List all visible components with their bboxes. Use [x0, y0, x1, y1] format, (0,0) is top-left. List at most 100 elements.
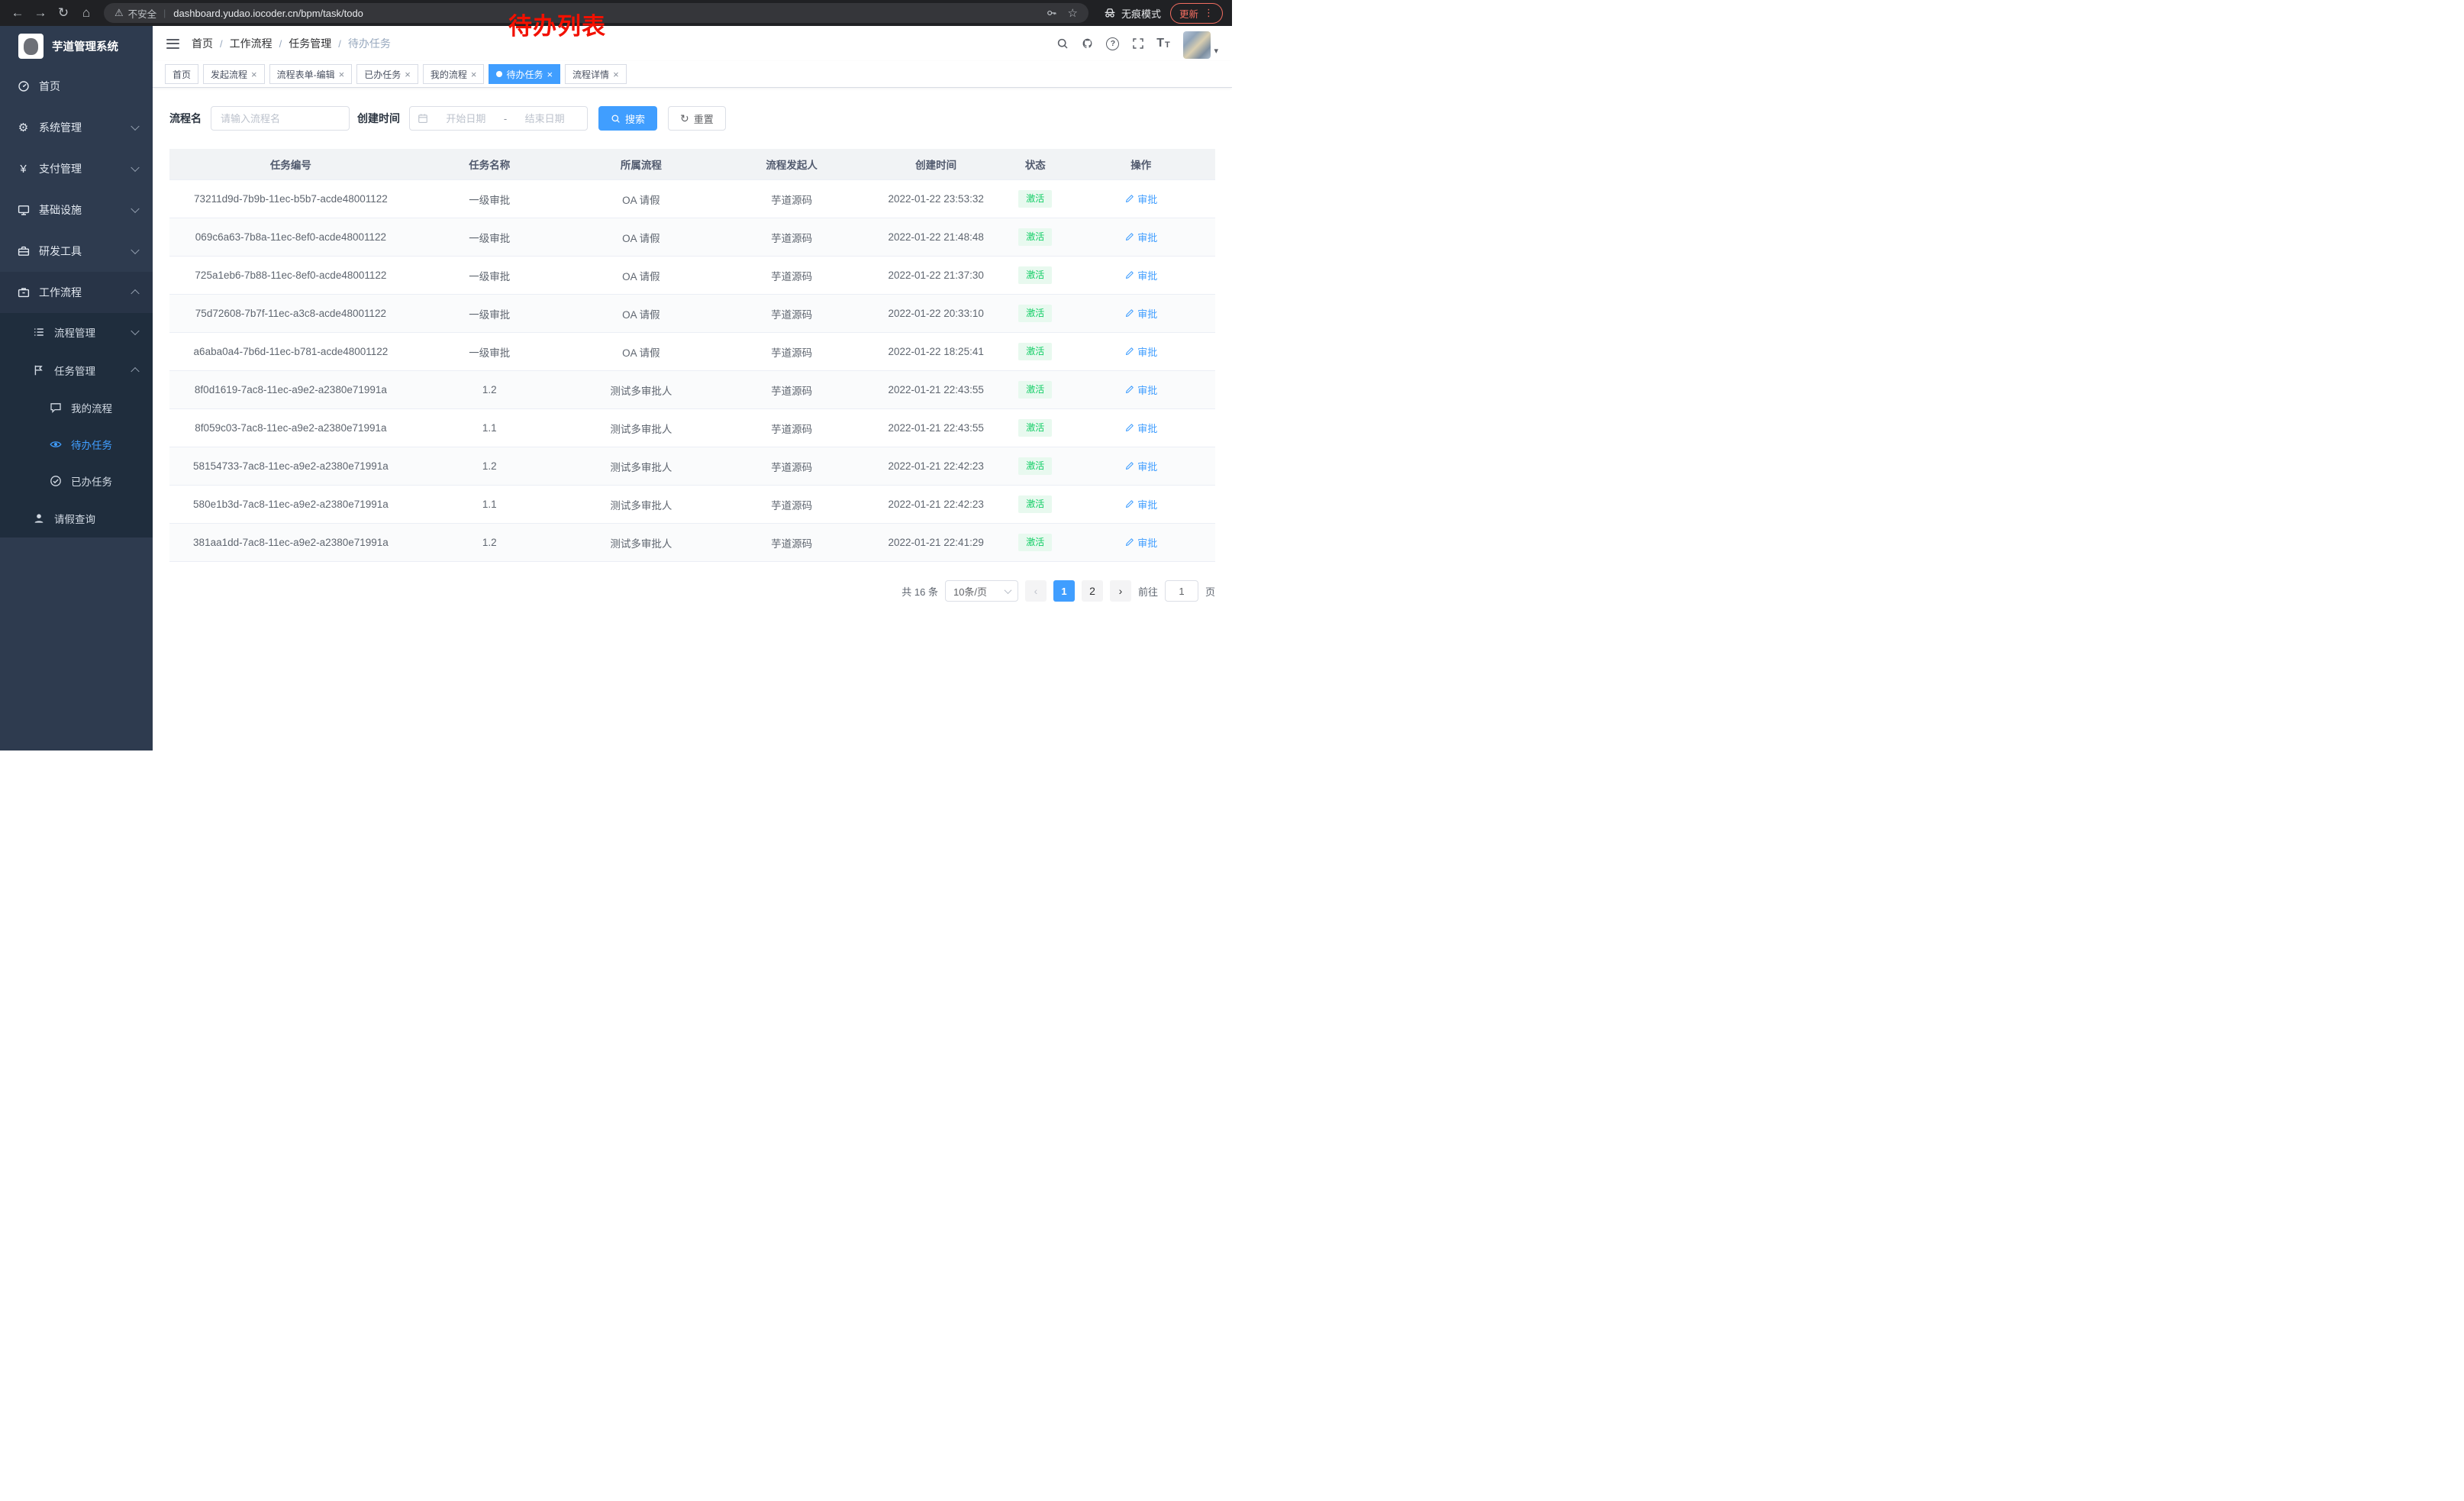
approve-button[interactable]: 审批 [1124, 383, 1157, 397]
col-initiator: 流程发起人 [715, 149, 868, 180]
search-button-label: 搜索 [625, 111, 645, 126]
breadcrumb-home[interactable]: 首页 [192, 36, 213, 51]
sidebar-toggle-icon[interactable] [166, 39, 179, 49]
approve-button[interactable]: 审批 [1124, 306, 1157, 321]
avatar-caret-icon[interactable]: ▾ [1214, 46, 1218, 56]
cell-task-id: 069c6a63-7b8a-11ec-8ef0-acde48001122 [169, 218, 412, 257]
sidebar-item-workflow[interactable]: 工作流程 [0, 272, 153, 313]
cell-created: 2022-01-22 18:25:41 [868, 333, 1004, 371]
chevron-down-icon [132, 210, 138, 216]
sidebar-item-infra[interactable]: 基础设施 [0, 189, 153, 231]
github-icon[interactable] [1075, 26, 1100, 61]
cell-initiator: 芋道源码 [715, 257, 868, 295]
table-row: 73211d9d-7b9b-11ec-b5b7-acde48001122 一级审… [169, 180, 1215, 218]
sidebar-menu: 首页 ⚙ 系统管理 ¥ 支付管理 基础设施 研发工具 [0, 66, 153, 537]
sidebar-item-todo-task[interactable]: 待办任务 [0, 426, 153, 463]
approve-button[interactable]: 审批 [1124, 421, 1157, 435]
breadcrumb-workflow[interactable]: 工作流程 [230, 36, 273, 51]
date-range-picker[interactable]: - [409, 106, 588, 131]
approve-button[interactable]: 审批 [1124, 268, 1157, 282]
tab-home[interactable]: 首页 [165, 64, 198, 84]
app-logo[interactable]: 芋道管理系统 [0, 26, 153, 66]
tab-todo-task[interactable]: 待办任务 × [489, 64, 560, 84]
sidebar-item-devtools[interactable]: 研发工具 [0, 231, 153, 272]
help-icon[interactable]: ? [1100, 26, 1125, 61]
cell-created: 2022-01-21 22:42:23 [868, 447, 1004, 486]
bookmark-star-icon[interactable]: ☆ [1068, 6, 1078, 20]
edit-icon [1124, 423, 1134, 433]
search-icon[interactable] [1050, 26, 1075, 61]
tab-start-process[interactable]: 发起流程 × [203, 64, 265, 84]
sidebar-item-process-mgmt[interactable]: 流程管理 [0, 313, 153, 351]
close-icon[interactable]: × [339, 69, 345, 79]
close-icon[interactable]: × [547, 69, 553, 79]
approve-button[interactable]: 审批 [1124, 497, 1157, 512]
tab-my-process[interactable]: 我的流程 × [423, 64, 485, 84]
pagination-total: 共 16 条 [901, 584, 938, 599]
sidebar-item-leave-query[interactable]: 请假查询 [0, 499, 153, 537]
sidebar-item-task-mgmt[interactable]: 任务管理 [0, 351, 153, 389]
page-size-value: 10条/页 [953, 584, 987, 599]
edit-icon [1124, 232, 1134, 242]
cell-process: OA 请假 [567, 257, 716, 295]
cell-task-id: 58154733-7ac8-11ec-a9e2-a2380e71991a [169, 447, 412, 486]
sidebar-item-label: 请假查询 [54, 511, 95, 526]
approve-button[interactable]: 审批 [1124, 459, 1157, 473]
cell-initiator: 芋道源码 [715, 447, 868, 486]
sidebar-item-done-task[interactable]: 已办任务 [0, 463, 153, 499]
goto-page-input[interactable] [1165, 580, 1198, 602]
process-name-input[interactable] [211, 106, 350, 131]
user-avatar[interactable] [1183, 31, 1211, 59]
update-button[interactable]: 更新 ⋮ [1170, 3, 1223, 24]
cell-action: 审批 [1066, 371, 1215, 409]
forward-button[interactable]: → [29, 0, 52, 26]
reset-button[interactable]: ↻ 重置 [668, 106, 726, 131]
reload-button[interactable]: ↻ [52, 0, 75, 26]
tab-form-edit[interactable]: 流程表单-编辑 × [269, 64, 353, 84]
sidebar-item-system[interactable]: ⚙ 系统管理 [0, 107, 153, 148]
cell-process: 测试多审批人 [567, 524, 716, 562]
briefcase-icon [17, 286, 30, 299]
close-icon[interactable]: × [613, 69, 619, 79]
cell-created: 2022-01-22 21:37:30 [868, 257, 1004, 295]
table-row: 069c6a63-7b8a-11ec-8ef0-acde48001122 一级审… [169, 218, 1215, 257]
page-button-2[interactable]: 2 [1082, 580, 1103, 602]
close-icon[interactable]: × [471, 69, 477, 79]
cell-created: 2022-01-22 23:53:32 [868, 180, 1004, 218]
status-badge: 激活 [1018, 190, 1052, 208]
workflow-submenu: 流程管理 任务管理 我的流程 待办任务 已办 [0, 313, 153, 537]
sidebar-item-home[interactable]: 首页 [0, 66, 153, 107]
sidebar-item-label: 已办任务 [71, 473, 112, 489]
tab-process-detail[interactable]: 流程详情 × [565, 64, 627, 84]
address-bar[interactable]: ⚠ 不安全 | dashboard.yudao.iocoder.cn/bpm/t… [104, 3, 1088, 23]
breadcrumb-task-mgmt[interactable]: 任务管理 [289, 36, 331, 51]
browser-menu-icon[interactable]: ⋮ [1204, 7, 1214, 19]
approve-button[interactable]: 审批 [1124, 344, 1157, 359]
back-button[interactable]: ← [6, 0, 29, 26]
prev-page-button[interactable]: ‹ [1025, 580, 1047, 602]
page-button-1[interactable]: 1 [1053, 580, 1075, 602]
password-key-icon[interactable] [1047, 8, 1057, 18]
page-size-select[interactable]: 10条/页 [945, 580, 1018, 602]
close-icon[interactable]: × [251, 69, 257, 79]
sidebar-item-my-process[interactable]: 我的流程 [0, 389, 153, 426]
status-badge: 激活 [1018, 228, 1052, 246]
font-size-icon[interactable]: TT [1150, 26, 1176, 61]
home-button[interactable]: ⌂ [75, 0, 98, 26]
fullscreen-icon[interactable] [1125, 26, 1150, 61]
edit-icon [1124, 537, 1134, 547]
close-icon[interactable]: × [405, 69, 411, 79]
search-icon [611, 114, 621, 124]
approve-button[interactable]: 审批 [1124, 230, 1157, 244]
end-date-input[interactable] [510, 112, 579, 125]
cell-status: 激活 [1004, 218, 1066, 257]
approve-button[interactable]: 审批 [1124, 192, 1157, 206]
tags-view-bar: 首页 发起流程 × 流程表单-编辑 × 已办任务 × 我的流程 × 待办任务 × [153, 61, 1232, 88]
next-page-button[interactable]: › [1110, 580, 1131, 602]
start-date-input[interactable] [431, 112, 501, 125]
approve-button[interactable]: 审批 [1124, 535, 1157, 550]
search-button[interactable]: 搜索 [598, 106, 657, 131]
sidebar-item-payment[interactable]: ¥ 支付管理 [0, 148, 153, 189]
tab-done-task[interactable]: 已办任务 × [356, 64, 418, 84]
status-badge: 激活 [1018, 343, 1052, 360]
